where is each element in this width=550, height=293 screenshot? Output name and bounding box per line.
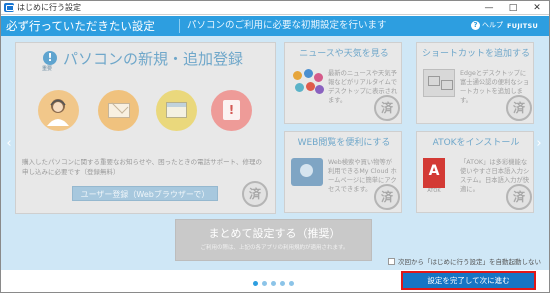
- news-weather-icon: [291, 69, 324, 97]
- bulk-settings-title: まとめて設定する（推奨）: [208, 227, 341, 240]
- atok-card[interactable]: ATOKをインストール A ATOK 「ATOK」は多彩機能な使いやすさ日本語入…: [416, 131, 534, 213]
- register-card[interactable]: ! 重要 パソコンの新規・追加登録 ! 購入したパソコンに関する重要なお知らせや…: [15, 42, 276, 214]
- main-panel: ‹ › ! 重要 パソコンの新規・追加登録 ! 購入したパソコンに関する重要なお…: [1, 36, 549, 270]
- shortcut-card[interactable]: ショートカットを追加する Edgeとデスクトップに富士通公認の便利なショートカッ…: [416, 42, 534, 124]
- help-icon[interactable]: ?: [471, 21, 480, 30]
- web-cloud-icon: [291, 158, 323, 186]
- page-dot[interactable]: [262, 281, 267, 286]
- user-registration-button[interactable]: ユーザー登録（Webブラウザーで）: [72, 186, 218, 201]
- window-title: はじめに行う設定: [17, 3, 81, 12]
- news-weather-card[interactable]: ニュースや天気を見る 最新のニュースや天気予報などがリアルタイムでデスクトップに…: [284, 42, 402, 124]
- atok-icon-caption: ATOK: [427, 188, 441, 194]
- page-dot[interactable]: [280, 281, 285, 286]
- page-dot[interactable]: [289, 281, 294, 286]
- important-icon-caption: 重要: [42, 66, 53, 72]
- done-stamp: 済: [242, 181, 268, 207]
- brand-logo: FUJITSU: [507, 22, 539, 30]
- atok-icon: A: [423, 158, 445, 188]
- web-card-title: WEB閲覧を便利にする: [297, 138, 391, 148]
- warning-icon: !: [211, 90, 252, 131]
- close-button[interactable]: ✕: [525, 1, 549, 15]
- autostart-label[interactable]: 次回から「はじめに行う設定」を自動起動しない: [398, 257, 541, 267]
- atok-card-title: ATOKをインストール: [432, 138, 520, 148]
- title-bar: はじめに行う設定 — □ ✕: [1, 1, 549, 15]
- prev-page-arrow-icon[interactable]: ‹: [4, 136, 14, 152]
- window-icon: [156, 90, 197, 131]
- autostart-checkbox[interactable]: [388, 258, 395, 265]
- bulk-settings-note: ご利用の際は、上記の各アプリの利用規約が適用されます。: [200, 245, 349, 251]
- done-stamp: 済: [506, 184, 532, 210]
- page-subtitle: パソコンのご利用に必要な初期設定を行います: [187, 20, 387, 31]
- app-icon: [4, 3, 14, 12]
- shortcut-icon: [423, 69, 455, 97]
- maximize-button[interactable]: □: [501, 1, 525, 15]
- register-card-description: 購入したパソコンに関する重要なお知らせや、困ったときの電話サポート、修理の申し込…: [22, 158, 263, 176]
- next-page-arrow-icon[interactable]: ›: [534, 136, 544, 152]
- done-stamp: 済: [374, 95, 400, 121]
- finish-and-next-button[interactable]: 設定を完了して次に進む: [401, 271, 536, 290]
- done-stamp: 済: [374, 184, 400, 210]
- header-divider: [179, 19, 180, 33]
- important-icon: !: [43, 51, 57, 65]
- news-card-title: ニュースや天気を見る: [299, 49, 389, 59]
- page-dot[interactable]: [271, 281, 276, 286]
- web-browsing-card[interactable]: WEB閲覧を便利にする Web検索や買い物等が利用できるMy Cloud ホーム…: [284, 131, 402, 213]
- done-stamp: 済: [506, 95, 532, 121]
- mail-icon: [98, 90, 139, 131]
- app-window: はじめに行う設定 — □ ✕ 必ず行っていただきたい設定 パソコンのご利用に必要…: [0, 0, 550, 293]
- bulk-settings-button[interactable]: まとめて設定する（推奨） ご利用の際は、上記の各アプリの利用規約が適用されます。: [175, 219, 372, 261]
- page-header: 必ず行っていただきたい設定 パソコンのご利用に必要な初期設定を行います ? ヘル…: [1, 16, 549, 36]
- register-card-title: パソコンの新規・追加登録: [63, 50, 244, 68]
- page-title: 必ず行っていただきたい設定: [6, 19, 155, 33]
- page-dot[interactable]: [253, 281, 258, 286]
- minimize-button[interactable]: —: [477, 1, 501, 15]
- shortcut-card-title: ショートカットを追加する: [421, 49, 530, 59]
- help-link[interactable]: ヘルプ: [482, 20, 503, 31]
- support-person-icon: [38, 90, 79, 131]
